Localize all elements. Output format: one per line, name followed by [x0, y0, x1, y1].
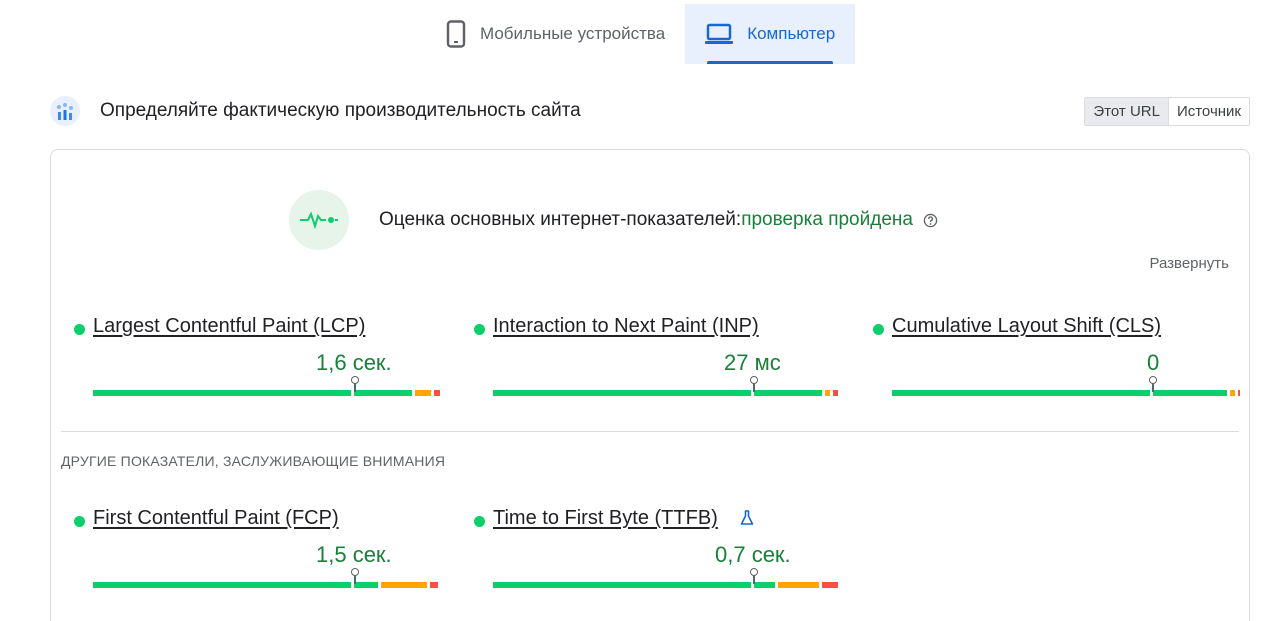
flask-icon: [740, 510, 754, 526]
page-title: Определяйте фактическую производительнос…: [100, 100, 581, 121]
metric-name-link[interactable]: Cumulative Layout Shift (CLS): [892, 315, 1161, 338]
distribution-bar: [493, 582, 841, 588]
bar-good-segment: [1153, 390, 1227, 396]
bar-needs-improvement-segment: [381, 582, 427, 588]
distribution-bar: [892, 390, 1243, 396]
metric-inp: Interaction to Next Paint (INP) 27 мс: [474, 315, 844, 405]
toggle-this-url[interactable]: Этот URL: [1085, 98, 1169, 125]
bar-poor-segment: [822, 582, 838, 588]
bar-poor-segment: [833, 390, 838, 396]
bar-good-segment: [892, 390, 1150, 396]
metrics-card: Оценка основных интернет-показателей: про…: [50, 149, 1250, 621]
tab-desktop-label: Компьютер: [747, 24, 836, 43]
tab-mobile-label: Мобильные устройства: [480, 24, 666, 43]
bar-good-segment: [493, 582, 751, 588]
bar-needs-improvement-segment: [778, 582, 819, 588]
metric-value: 1,6 сек.: [316, 350, 392, 375]
bar-good-segment: [754, 582, 775, 588]
phone-icon: [446, 20, 466, 48]
bar-poor-segment: [1238, 390, 1240, 396]
section-header: Определяйте фактическую производительнос…: [50, 94, 1250, 128]
metric-fcp: First Contentful Paint (FCP) 1,5 сек.: [74, 507, 444, 597]
laptop-icon: [705, 23, 734, 45]
bar-good-segment: [493, 390, 751, 396]
tab-desktop[interactable]: Компьютер: [685, 4, 856, 64]
device-tabs: Мобильные устройства Компьютер: [426, 4, 856, 64]
bar-needs-improvement-segment: [825, 390, 830, 396]
metric-lcp: Largest Contentful Paint (LCP) 1,6 сек.: [74, 315, 444, 405]
status-dot: [474, 324, 485, 335]
tab-mobile[interactable]: Мобильные устройства: [426, 4, 685, 64]
p75-marker-icon: [750, 376, 758, 393]
metric-value: 1,5 сек.: [316, 542, 392, 567]
metric-cls: Cumulative Layout Shift (CLS) 0: [873, 315, 1243, 405]
bar-poor-segment: [430, 582, 438, 588]
metric-name-link[interactable]: First Contentful Paint (FCP): [93, 507, 339, 530]
bar-good-segment: [754, 390, 822, 396]
distribution-bar: [93, 582, 441, 588]
status-dot: [474, 516, 485, 527]
p75-marker-icon: [750, 568, 758, 585]
url-origin-toggle: Этот URL Источник: [1084, 97, 1250, 126]
cwv-assessment: Оценка основных интернет-показателей: про…: [289, 190, 938, 250]
status-dot: [873, 324, 884, 335]
metric-value: 0,7 сек.: [715, 542, 791, 567]
metric-name-link[interactable]: Interaction to Next Paint (INP): [493, 315, 759, 338]
expand-link[interactable]: Развернуть: [1149, 255, 1229, 272]
bar-good-segment: [354, 582, 378, 588]
p75-marker-icon: [351, 376, 359, 393]
metric-name-link[interactable]: Largest Contentful Paint (LCP): [93, 315, 365, 338]
p75-marker-icon: [1149, 376, 1157, 393]
p75-marker-icon: [351, 568, 359, 585]
bar-good-segment: [93, 390, 351, 396]
assessment-label: Оценка основных интернет-показателей:: [379, 209, 742, 230]
pulse-icon: [289, 190, 349, 250]
bar-needs-improvement-segment: [1230, 390, 1235, 396]
metric-value: 0: [1147, 350, 1160, 375]
bar-needs-improvement-segment: [415, 390, 431, 396]
other-metrics-heading: ДРУГИЕ ПОКАЗАТЕЛИ, ЗАСЛУЖИВАЮЩИЕ ВНИМАНИ…: [61, 453, 446, 469]
divider: [61, 431, 1239, 432]
metric-value: 27 мс: [724, 350, 781, 375]
status-dot: [74, 516, 85, 527]
bar-good-segment: [354, 390, 412, 396]
distribution-bar: [493, 390, 841, 396]
help-icon[interactable]: [923, 213, 938, 228]
bar-poor-segment: [434, 390, 440, 396]
bar-good-segment: [93, 582, 351, 588]
assessment-status: проверка пройдена: [741, 209, 913, 230]
status-dot: [74, 324, 85, 335]
toggle-origin[interactable]: Источник: [1169, 98, 1249, 125]
crux-logo-icon: [50, 96, 80, 126]
metric-ttfb: Time to First Byte (TTFB) 0,7 сек.: [474, 507, 844, 597]
metric-name-link[interactable]: Time to First Byte (TTFB): [493, 507, 718, 530]
distribution-bar: [93, 390, 443, 396]
